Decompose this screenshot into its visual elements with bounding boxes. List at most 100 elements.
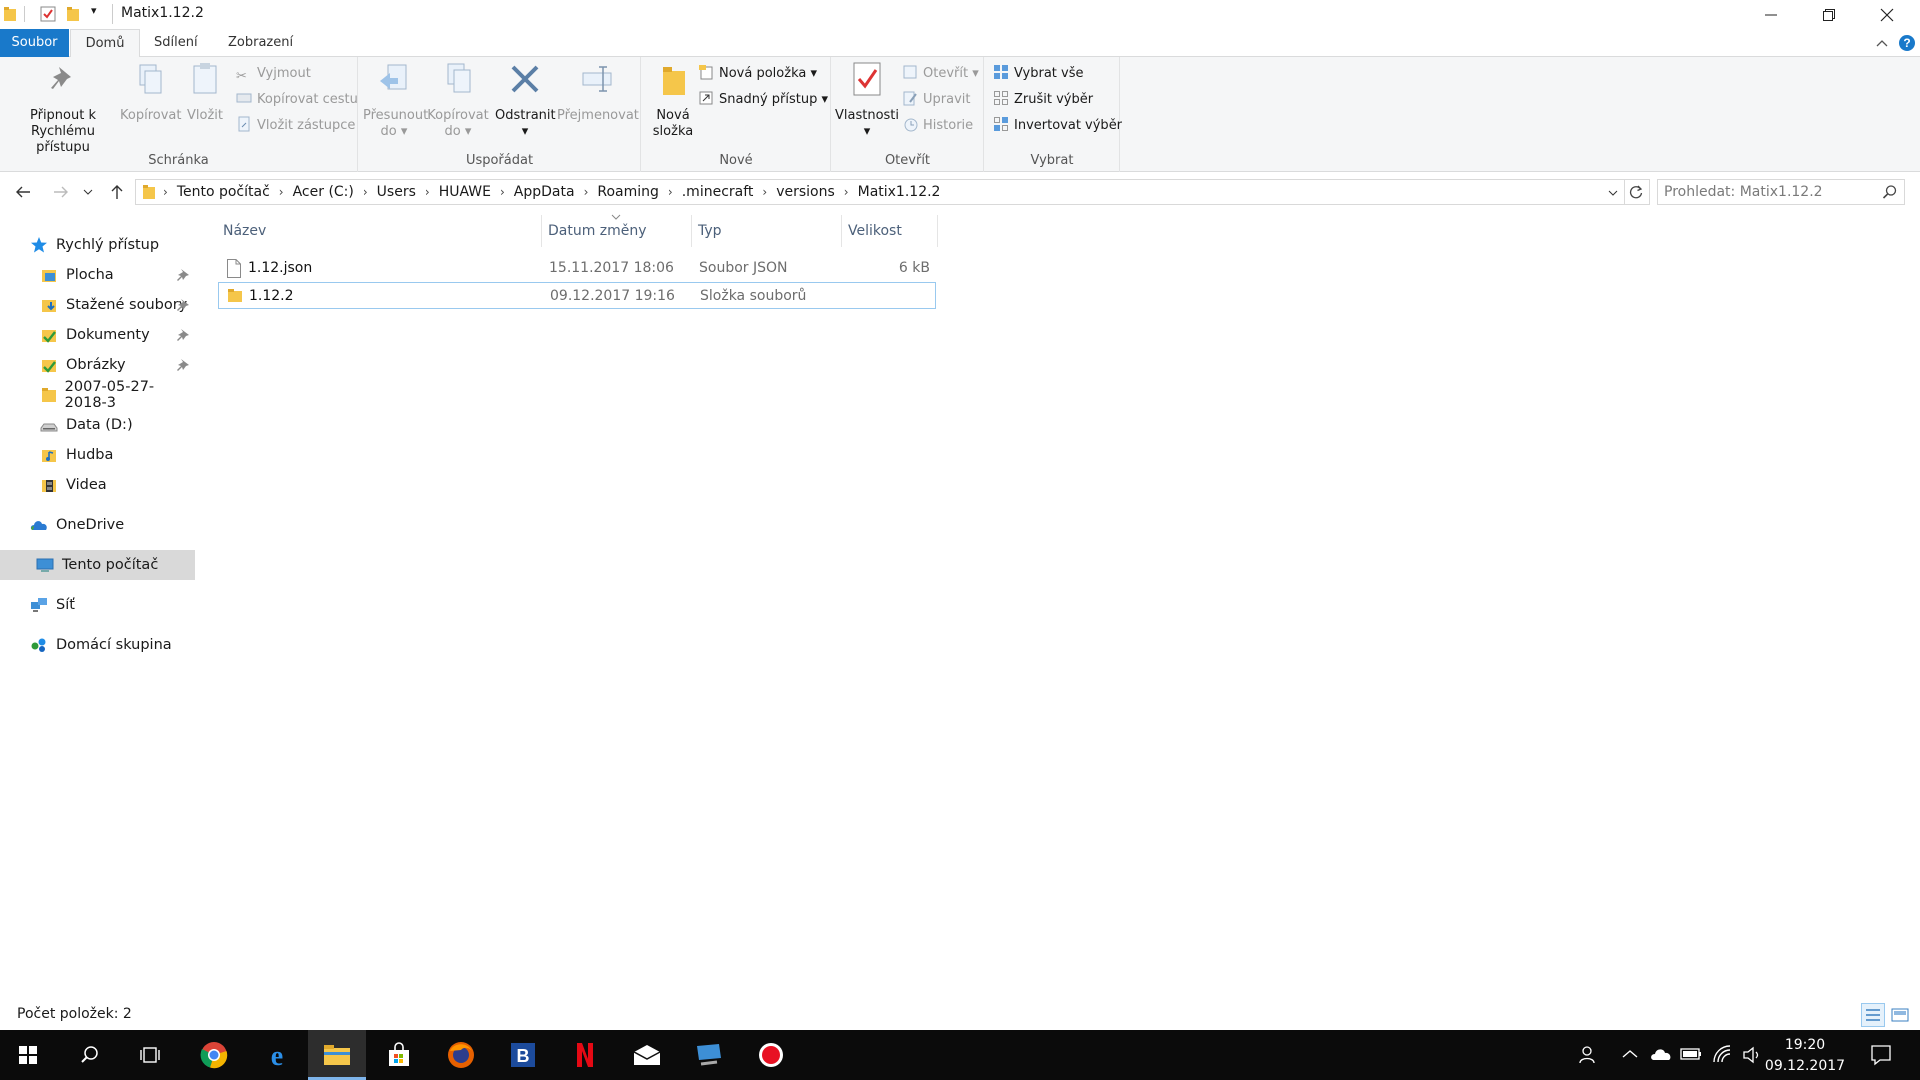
nav-this-pc[interactable]: Tento počítač xyxy=(0,550,195,580)
nav-item-videos[interactable]: Videa xyxy=(0,470,195,500)
new-item-button[interactable]: Nová položka ▾ xyxy=(698,63,817,85)
breadcrumb-item-current[interactable]: Matix1.12.2 xyxy=(850,184,949,200)
table-row[interactable]: 1.12.2 09.12.2017 19:16 Složka souborů xyxy=(218,282,936,309)
pin-icon[interactable] xyxy=(176,358,190,372)
select-none-button[interactable]: Zrušit výběr xyxy=(993,89,1093,111)
properties-dropdown-icon[interactable]: ▾ xyxy=(834,124,900,140)
tab-view[interactable]: Zobrazení xyxy=(214,29,307,57)
delete-dropdown-icon[interactable]: ▾ xyxy=(495,124,555,140)
paste-button[interactable]: Vložit xyxy=(182,61,228,124)
clock[interactable]: 19:20 09.12.2017 xyxy=(1760,1035,1850,1077)
battery-icon[interactable] xyxy=(1680,1047,1702,1061)
column-header-type[interactable]: Typ xyxy=(692,215,842,247)
pin-icon[interactable] xyxy=(176,268,190,282)
breadcrumb-separator-icon[interactable]: › xyxy=(761,185,768,199)
breadcrumb-separator-icon[interactable]: › xyxy=(583,185,590,199)
address-bar[interactable]: › Tento počítač › Acer (C:) › Users › HUAWE… xyxy=(135,179,1625,205)
show-hidden-icons-icon[interactable] xyxy=(1622,1049,1638,1059)
pin-icon[interactable] xyxy=(176,298,190,312)
copy-button[interactable]: Kopírovat xyxy=(120,61,181,124)
edge-taskbar-button[interactable]: e xyxy=(248,1030,306,1080)
history-button[interactable]: Historie xyxy=(902,115,973,137)
task-view-button[interactable] xyxy=(122,1030,178,1080)
tab-home[interactable]: Domů xyxy=(70,29,140,58)
firefox-taskbar-button[interactable] xyxy=(432,1030,490,1080)
easy-access-button[interactable]: Snadný přístup ▾ xyxy=(698,89,828,111)
breadcrumb-separator-icon[interactable]: › xyxy=(667,185,674,199)
nav-quick-access[interactable]: Rychlý přístup xyxy=(0,230,195,260)
breadcrumb-item[interactable]: HUAWE xyxy=(431,184,499,200)
remote-desktop-taskbar-button[interactable] xyxy=(680,1030,738,1080)
search-box[interactable] xyxy=(1657,179,1905,205)
breadcrumb-item[interactable]: Tento počítač xyxy=(169,184,278,200)
people-icon[interactable] xyxy=(1578,1045,1598,1065)
breadcrumb-item[interactable]: Users xyxy=(369,184,424,200)
restore-button[interactable] xyxy=(1800,0,1858,29)
nav-item-documents[interactable]: Dokumenty xyxy=(0,320,195,350)
pin-icon[interactable] xyxy=(176,328,190,342)
address-dropdown-icon[interactable] xyxy=(1608,189,1618,197)
tab-share[interactable]: Sdílení xyxy=(140,29,212,57)
search-taskbar-button[interactable] xyxy=(62,1030,118,1080)
invert-selection-button[interactable]: Invertovat výběr xyxy=(993,115,1122,137)
cut-button[interactable]: ✂ Vyjmout xyxy=(236,63,311,85)
details-view-button[interactable] xyxy=(1861,1003,1885,1027)
customize-quick-access-icon[interactable]: ▾ xyxy=(91,4,97,20)
nav-item-downloads[interactable]: Stažené soubory xyxy=(0,290,195,320)
search-input[interactable] xyxy=(1658,180,1868,204)
select-all-button[interactable]: Vybrat vše xyxy=(993,63,1084,85)
nav-item-folder[interactable]: 2007-05-27-2018-3 xyxy=(0,379,195,411)
rename-button[interactable]: Přejmenovat xyxy=(557,61,639,124)
copy-to-button[interactable]: Kopírovat do ▾ xyxy=(427,61,489,140)
breadcrumb-separator-icon[interactable]: › xyxy=(424,185,431,199)
breadcrumb-separator-icon[interactable]: › xyxy=(278,185,285,199)
mail-taskbar-button[interactable] xyxy=(618,1030,676,1080)
breadcrumb-separator-icon[interactable]: › xyxy=(162,185,169,199)
netflix-taskbar-button[interactable] xyxy=(556,1030,614,1080)
column-header-size[interactable]: Velikost xyxy=(842,215,938,247)
paste-shortcut-button[interactable]: Vložit zástupce xyxy=(236,115,355,137)
breadcrumb-item[interactable]: Roaming xyxy=(589,184,667,200)
nav-item-music[interactable]: Hudba xyxy=(0,440,195,470)
breadcrumb-item[interactable]: versions xyxy=(768,184,843,200)
breadcrumb-separator-icon[interactable]: › xyxy=(362,185,369,199)
column-header-name[interactable]: Název xyxy=(217,215,542,247)
breadcrumb-item[interactable]: AppData xyxy=(506,184,583,200)
store-taskbar-button[interactable] xyxy=(370,1030,428,1080)
nav-item-data-drive[interactable]: Data (D:) xyxy=(0,410,195,440)
move-to-button[interactable]: Přesunout do ▾ xyxy=(363,61,428,140)
copy-path-button[interactable]: Kopírovat cestu xyxy=(236,89,358,111)
file-explorer-taskbar-button[interactable] xyxy=(308,1030,366,1080)
properties-icon[interactable] xyxy=(40,6,56,22)
start-button[interactable] xyxy=(0,1030,56,1080)
wifi-icon[interactable] xyxy=(1712,1044,1734,1064)
refresh-button[interactable] xyxy=(1622,179,1650,205)
chrome-taskbar-button[interactable] xyxy=(185,1030,243,1080)
close-button[interactable] xyxy=(1858,0,1916,29)
nav-network[interactable]: Síť xyxy=(0,590,195,620)
breadcrumb-item[interactable]: .minecraft xyxy=(674,184,762,200)
up-button[interactable] xyxy=(104,179,130,205)
collapse-ribbon-icon[interactable] xyxy=(1876,38,1888,48)
table-row[interactable]: 1.12.json 15.11.2017 18:06 Soubor JSON 6… xyxy=(218,255,936,282)
breadcrumb-item[interactable]: Acer (C:) xyxy=(285,184,362,200)
column-header-date[interactable]: Datum změny xyxy=(542,215,692,247)
booking-taskbar-button[interactable]: B xyxy=(494,1030,552,1080)
action-center-icon[interactable] xyxy=(1870,1044,1892,1066)
new-folder-button[interactable]: Nová složka xyxy=(646,61,700,140)
minimize-button[interactable] xyxy=(1742,0,1800,29)
onedrive-tray-icon[interactable] xyxy=(1650,1047,1672,1061)
forward-button[interactable] xyxy=(48,179,74,205)
new-folder-icon[interactable] xyxy=(66,6,80,22)
back-button[interactable] xyxy=(10,179,36,205)
breadcrumb-separator-icon[interactable]: › xyxy=(499,185,506,199)
search-icon[interactable] xyxy=(1882,184,1898,200)
delete-button[interactable]: Odstranit ▾ xyxy=(495,61,556,140)
tab-file[interactable]: Soubor xyxy=(0,29,69,57)
help-icon[interactable]: ? xyxy=(1898,34,1916,52)
open-button[interactable]: Otevřít ▾ xyxy=(902,63,979,85)
properties-button[interactable]: Vlastnosti ▾ xyxy=(834,61,900,140)
edit-button[interactable]: Upravit xyxy=(902,89,970,111)
pin-to-quick-access-button[interactable]: Připnout k Rychlému přístupu xyxy=(4,61,122,156)
nav-item-desktop[interactable]: Plocha xyxy=(0,260,195,290)
